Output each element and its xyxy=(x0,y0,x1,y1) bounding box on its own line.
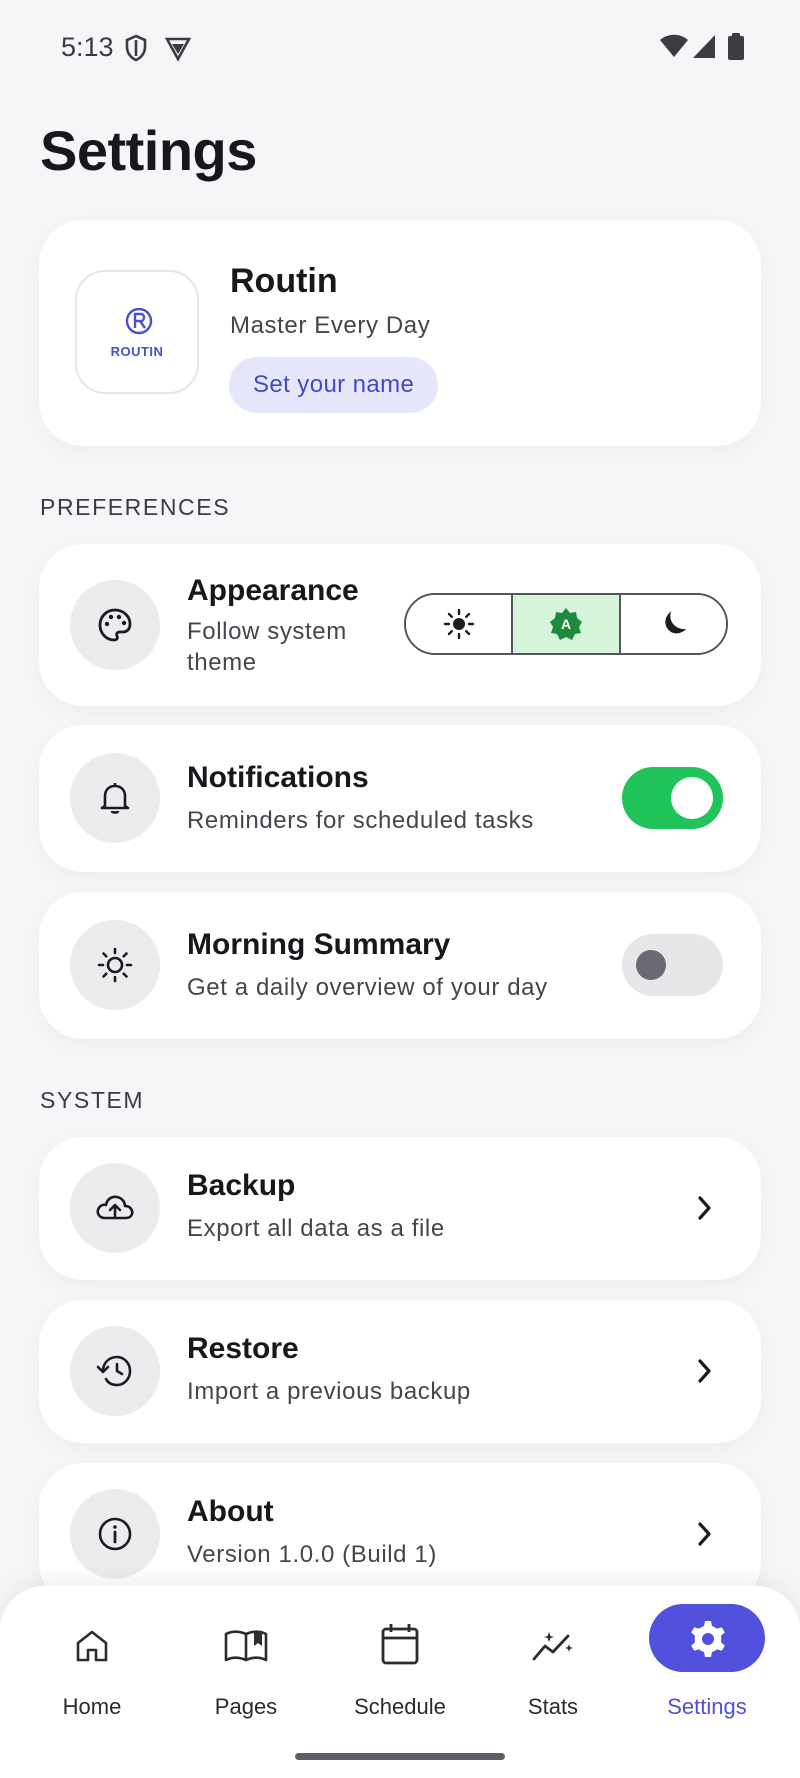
app-tagline: Master Every Day xyxy=(230,312,431,339)
notifications-toggle[interactable] xyxy=(622,767,723,829)
nav-stats[interactable]: Stats xyxy=(478,1586,628,1726)
vpn-shield-icon xyxy=(164,34,192,62)
toggle-knob xyxy=(636,950,666,980)
appearance-title: Appearance xyxy=(187,574,359,607)
morning-summary-subtitle: Get a daily overview of your day xyxy=(187,974,548,1001)
morning-summary-row: Morning Summary Get a daily overview of … xyxy=(39,892,761,1039)
preferences-section-label: PREFERENCES xyxy=(40,494,231,520)
nav-pages-label: Pages xyxy=(214,1694,278,1719)
restore-row[interactable]: Restore Import a previous backup xyxy=(39,1300,761,1443)
gear-icon-wrap xyxy=(649,1604,765,1672)
bell-icon xyxy=(100,783,130,814)
nav-schedule[interactable]: Schedule xyxy=(325,1586,475,1726)
profile-card: ROUTIN Routin Master Every Day Set your … xyxy=(39,220,761,446)
theme-auto-button[interactable]: A xyxy=(513,595,621,653)
set-name-button[interactable]: Set your name xyxy=(229,357,439,413)
theme-selector: A xyxy=(404,593,728,655)
info-icon xyxy=(98,1517,132,1551)
nav-schedule-label: Schedule xyxy=(354,1694,446,1719)
cloud-upload-icon-wrap xyxy=(70,1163,160,1253)
morning-summary-title: Morning Summary xyxy=(187,928,451,961)
toggle-knob xyxy=(671,777,713,819)
chevron-right-icon xyxy=(698,1359,711,1383)
appearance-subtitle: Follow system theme xyxy=(187,618,347,676)
app-logo: ROUTIN xyxy=(75,270,199,394)
restore-title: Restore xyxy=(187,1332,299,1365)
logo-text: ROUTIN xyxy=(110,344,164,359)
bell-icon-wrap xyxy=(70,753,160,843)
signal-icon xyxy=(692,33,716,61)
battery-icon xyxy=(727,33,745,61)
book-icon xyxy=(224,1630,268,1662)
nav-pages[interactable]: Pages xyxy=(171,1586,321,1726)
palette-icon xyxy=(98,608,132,642)
chevron-right-icon xyxy=(698,1196,711,1220)
history-icon-wrap xyxy=(70,1326,160,1416)
restore-subtitle: Import a previous backup xyxy=(187,1378,471,1405)
theme-light-button[interactable] xyxy=(406,595,514,653)
stats-icon xyxy=(532,1632,573,1661)
about-subtitle: Version 1.0.0 (Build 1) xyxy=(187,1541,437,1568)
sun-icon xyxy=(443,608,474,640)
home-icon-wrap xyxy=(62,1616,122,1676)
book-icon-wrap xyxy=(216,1616,276,1676)
system-section-label: SYSTEM xyxy=(40,1087,145,1113)
cloud-upload-icon xyxy=(96,1195,134,1220)
sun-icon-wrap xyxy=(70,920,160,1010)
home-icon xyxy=(76,1630,108,1662)
about-title: About xyxy=(187,1495,274,1528)
backup-title: Backup xyxy=(187,1169,296,1202)
page-title: Settings xyxy=(40,119,257,182)
nav-settings[interactable]: Settings xyxy=(632,1586,782,1726)
nav-home[interactable]: Home xyxy=(17,1586,167,1726)
calendar-icon xyxy=(381,1624,419,1665)
moon-icon xyxy=(665,611,687,634)
status-bar: 5:13 xyxy=(0,0,800,96)
sun-outline-icon xyxy=(97,947,133,983)
svg-text:A: A xyxy=(561,616,571,632)
calendar-icon-wrap xyxy=(370,1616,430,1676)
gear-icon xyxy=(691,1621,725,1657)
auto-theme-icon: A xyxy=(549,608,582,640)
notifications-title: Notifications xyxy=(187,761,369,794)
about-row[interactable]: About Version 1.0.0 (Build 1) xyxy=(39,1463,761,1606)
history-icon xyxy=(96,1355,132,1387)
home-indicator[interactable] xyxy=(295,1753,505,1760)
bottom-navigation: Home Pages Schedule Stats Settings xyxy=(0,1586,800,1778)
nav-stats-label: Stats xyxy=(527,1694,579,1719)
notifications-subtitle: Reminders for scheduled tasks xyxy=(187,807,534,834)
chevron-right-icon xyxy=(698,1522,711,1546)
app-name: Routin xyxy=(230,262,338,300)
routin-logo-icon xyxy=(125,308,153,335)
shield-icon xyxy=(124,34,152,62)
nav-settings-label: Settings xyxy=(667,1694,747,1719)
morning-summary-toggle[interactable] xyxy=(622,934,723,996)
nav-home-label: Home xyxy=(62,1694,122,1719)
status-time: 5:13 xyxy=(61,32,114,62)
appearance-row: Appearance Follow system theme A xyxy=(39,544,761,706)
theme-dark-button[interactable] xyxy=(620,595,726,653)
backup-subtitle: Export all data as a file xyxy=(187,1215,445,1242)
palette-icon-wrap xyxy=(70,580,160,670)
stats-icon-wrap xyxy=(523,1616,583,1676)
wifi-icon xyxy=(659,33,689,61)
info-icon-wrap xyxy=(70,1489,160,1579)
notifications-row: Notifications Reminders for scheduled ta… xyxy=(39,725,761,872)
backup-row[interactable]: Backup Export all data as a file xyxy=(39,1137,761,1280)
